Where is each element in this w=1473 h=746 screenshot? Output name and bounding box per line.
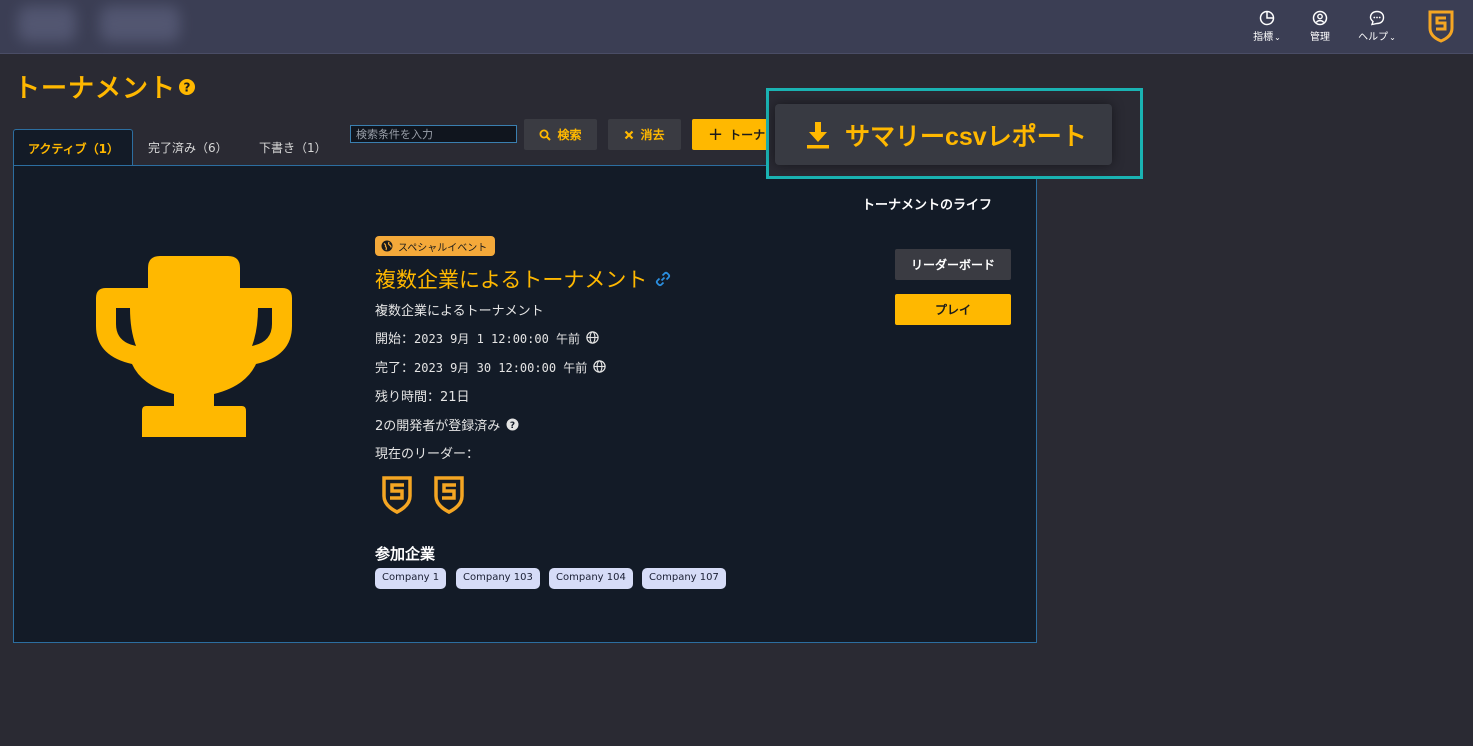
tournament-description: 複数企業によるトーナメント (375, 300, 544, 319)
blurred-org-name-2 (100, 6, 180, 42)
summary-csv-button[interactable]: サマリーcsvレポート (775, 104, 1112, 165)
company-chip: Company 104 (549, 568, 633, 589)
blurred-org-name (18, 6, 76, 42)
top-navbar: 指標⌄ 管理 ヘルプ⌄ (0, 0, 1473, 54)
leaders-text: 現在のリーダー： (375, 447, 480, 462)
company-chip: Company 107 (642, 568, 726, 589)
chevron-down-icon: ⌄ (1389, 33, 1396, 42)
svg-text:?: ? (510, 421, 515, 431)
special-event-badge: スペシャルイベント (375, 236, 496, 256)
participating-companies-title: 参加企業 (375, 545, 436, 563)
play-button[interactable]: プレイ (895, 294, 1011, 325)
start-value: 2023 9月 1 12:00:00 午前 (414, 332, 581, 346)
end-label: 完了： (375, 361, 415, 376)
end-value: 2023 9月 30 12:00:00 午前 (414, 361, 588, 375)
search-icon (539, 129, 552, 141)
remaining-text: 残り時間：21日 (375, 390, 470, 405)
nav-metrics-label: 指標 (1253, 32, 1274, 43)
registered-text: 2の開発者が登録済み (375, 419, 501, 434)
page-title: トーナメント (14, 73, 177, 103)
brand-logo[interactable] (1427, 9, 1455, 47)
globe-icon (586, 331, 599, 344)
link-icon[interactable] (655, 271, 671, 287)
close-icon (625, 130, 634, 139)
globe-icon (381, 240, 393, 252)
start-label: 開始： (375, 332, 415, 347)
clear-button-label: 消去 (640, 128, 665, 142)
question-circle-icon[interactable]: ? (506, 418, 519, 431)
tab-active[interactable]: アクティブ（1） (13, 129, 133, 166)
chevron-down-icon: ⌄ (1274, 33, 1281, 42)
leaderboard-button[interactable]: リーダーボード (895, 249, 1011, 280)
leader-avatar-icon[interactable] (380, 474, 414, 514)
summary-csv-label: サマリーcsvレポート (845, 122, 1087, 151)
tournament-title[interactable]: 複数企業によるトーナメント (375, 264, 647, 294)
question-circle-icon[interactable]: ? (178, 78, 196, 96)
nav-admin[interactable]: 管理 (1297, 10, 1343, 43)
nav-admin-label: 管理 (1310, 32, 1330, 43)
clear-button[interactable]: 消去 (608, 119, 681, 150)
lifetime-label: トーナメントのライフ (862, 198, 993, 213)
trophy-icon (96, 256, 292, 437)
svg-text:?: ? (184, 81, 191, 95)
new-tournament-button[interactable]: + トーナ (692, 119, 772, 150)
company-chip: Company 1 (375, 568, 447, 589)
company-chip: Company 103 (456, 568, 540, 589)
nav-metrics[interactable]: 指標⌄ (1244, 10, 1290, 43)
nav-help-label: ヘルプ (1358, 32, 1389, 43)
tab-drafts[interactable]: 下書き（1） (245, 129, 341, 166)
remaining-time: 残り時間：21日 (375, 386, 470, 405)
download-icon (807, 121, 829, 148)
new-tournament-label: トーナ (729, 128, 766, 142)
pie-chart-icon (1259, 10, 1275, 26)
user-circle-icon (1312, 10, 1328, 26)
plus-icon: + (708, 124, 724, 145)
tab-completed[interactable]: 完了済み（6） (134, 129, 242, 166)
search-input[interactable] (350, 125, 517, 143)
end-date-line: 完了：2023 9月 30 12:00:00 午前 (375, 357, 606, 376)
description-text: 複数企業によるトーナメント (375, 304, 544, 319)
special-event-label: スペシャルイベント (398, 242, 488, 254)
leader-avatar-icon[interactable] (432, 474, 466, 514)
shield-s-logo-icon (1428, 10, 1454, 43)
search-button[interactable]: 検索 (524, 119, 597, 150)
chat-bubble-icon (1369, 10, 1385, 26)
globe-icon (593, 360, 606, 373)
registered-count: 2の開発者が登録済み ? (375, 415, 519, 434)
start-date-line: 開始：2023 9月 1 12:00:00 午前 (375, 328, 599, 347)
search-button-label: 検索 (557, 128, 582, 142)
current-leaders-label: 現在のリーダー： (375, 443, 479, 462)
nav-help[interactable]: ヘルプ⌄ (1354, 10, 1400, 43)
